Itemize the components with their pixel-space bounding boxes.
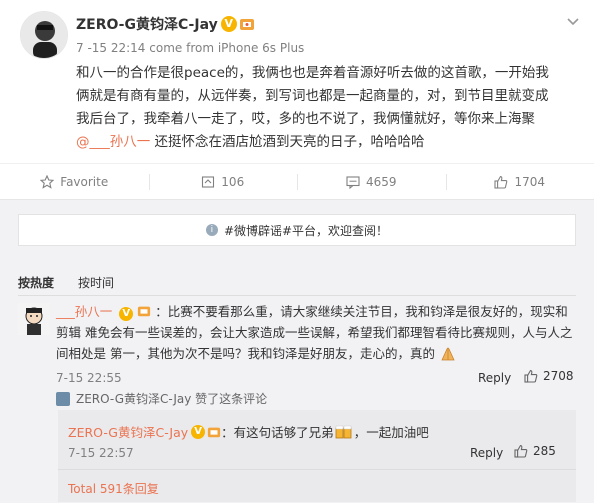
beer-emoji-icon [335,425,352,438]
post-body: 和八一的合作是很peace的，我俩也也是奔着音源好听去做的这首歌，一开始我 俩就… [76,62,581,154]
sub-reply-text-part: ：有这句话够了兄弟 [221,425,334,440]
comment-like-count: 2708 [543,369,574,383]
action-bar: Favorite 106 4659 1704 [0,163,594,199]
post-text-line: 和八一的合作是很peace的，我俩也也是奔着音源好听去做的这首歌，一开始我 [76,65,549,81]
comment-icon [346,175,360,189]
like-button[interactable]: 1704 [445,164,594,199]
commenter-avatar[interactable] [18,303,50,335]
repost-button[interactable]: 106 [148,164,298,199]
rumor-notice[interactable]: i #微博辟谣#平台，欢迎查阅！ [18,214,576,246]
author-name[interactable]: ZERO-G黄钧泽C-Jay [76,14,218,34]
sub-reply-text-part: ，一起加油吧 [353,425,429,440]
sub-reply-time: 7-15 22:57 [68,446,134,460]
post-text-line: 我后台了，我牵着八一走了，哎，多的也不说了，我俩懂就好，等你来上海聚 [76,111,535,127]
rumor-notice-text: #微博辟谣#平台，欢迎查阅！ [223,223,389,238]
author-liked-note: ZERO-G黄钧泽C-Jay 赞了这条评论 [56,390,267,407]
post-source: come from iPhone 6s Plus [149,41,305,55]
post-meta: 7 -15 22:14 come from iPhone 6s Plus [76,41,304,55]
thumbs-up-icon [494,175,508,189]
post-timestamp[interactable]: 7 -15 22:14 [76,41,145,55]
verified-badge-icon: V [119,307,134,321]
liked-by-text: ZERO-G黄钧泽C-Jay 赞了这条评论 [76,392,268,406]
chevron-down-icon[interactable] [566,14,580,28]
post-text-line: @___孙八一 还挺怀念在酒店尬酒到天亮的日子，哈哈哈哈 [76,131,581,154]
comment-sort-tabs: 按热度 按时间 [18,274,138,291]
comment-like-button[interactable]: 2708 [524,369,574,383]
comment-text: ___孙八一 V ：比赛不要看那么重，请大家继续关注节目，我和钧泽是很友好的，现… [56,301,578,364]
sub-reply-user[interactable]: ZERO-G黄钧泽C-Jay [68,422,188,441]
tab-sort-time[interactable]: 按时间 [78,274,114,291]
liker-avatar [56,391,70,406]
star-icon [40,174,55,189]
avatar-image [18,303,50,335]
sub-reply-text: ZERO-G黄钧泽C-Jay V ：有这句话够了兄弟 ，一起加油吧 [68,422,429,441]
repost-icon [202,175,215,188]
thumbs-up-icon [514,444,528,458]
post-text-line: 俩就是有商有量的，从远伴奏，到写词也都是一起商量的，对，到节目里就变成 [76,88,549,104]
repost-count: 106 [221,174,245,189]
comment-panel: i #微博辟谣#平台，欢迎查阅！ 按热度 按时间 ___孙八一 V ：比赛不要看… [0,199,594,503]
divider [58,469,576,470]
comment-reply-button[interactable]: Reply [478,371,511,385]
comment-time: 7-15 22:55 [56,371,122,385]
comment-text-part: 第一，其他为次不是吗？我和钧泽是好朋友，走心的，真的 [110,346,436,361]
total-replies-link[interactable]: Total 591条回复 [68,480,159,497]
commenter-name[interactable]: ___孙八一 [56,304,112,319]
mention-link[interactable]: @___孙八一 [76,134,150,150]
sub-reply-reply-button[interactable]: Reply [470,446,503,460]
sub-reply-box: ZERO-G黄钧泽C-Jay V ：有这句话够了兄弟 ，一起加油吧 7-15 2… [58,410,576,502]
sub-reply-like-button[interactable]: 285 [514,444,556,458]
info-icon: i [205,224,218,236]
like-count: 1704 [514,174,546,189]
verified-badge-icon: V [191,424,206,439]
medal-icon [208,427,221,437]
comment-count: 4659 [365,174,397,189]
avatar-image [21,12,67,58]
medal-icon [239,19,254,30]
post-author[interactable]: ZERO-G黄钧泽C-Jay V [76,14,255,34]
author-avatar[interactable] [20,11,68,59]
medal-icon [138,306,151,317]
favorite-button[interactable]: Favorite [0,164,149,199]
comment-button[interactable]: 4659 [297,164,446,199]
tab-sort-hot[interactable]: 按热度 [18,274,54,291]
pray-emoji-icon [441,347,455,361]
favorite-label: Favorite [60,174,109,189]
sub-reply-like-count: 285 [533,444,556,458]
thumbs-up-icon [524,369,538,383]
divider [18,295,576,296]
post-text-rest: 还挺怀念在酒店尬酒到天亮的日子，哈哈哈哈 [150,134,425,150]
verified-badge-icon: V [220,16,237,32]
